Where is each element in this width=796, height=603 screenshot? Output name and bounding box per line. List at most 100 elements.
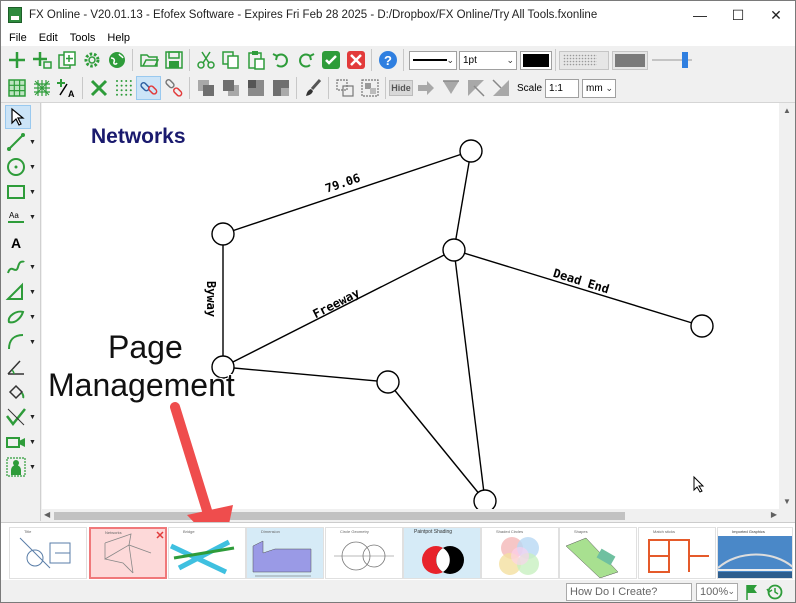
open-button[interactable] [136, 48, 161, 72]
angle-tool[interactable] [5, 355, 39, 379]
insert-page-button[interactable] [29, 48, 54, 72]
arrow-right-button[interactable] [413, 76, 438, 100]
edge-label-middle[interactable]: Freeway [310, 286, 361, 321]
settings-button[interactable] [79, 48, 104, 72]
page-thumbnail-6[interactable]: Paintpot Shading [403, 527, 481, 579]
page-thumbnail-4[interactable]: Dimension [246, 527, 324, 579]
how-do-i-search-input[interactable]: How Do I Create? [566, 583, 692, 601]
edge-label-left[interactable]: Byway [204, 281, 218, 317]
page-thumbnail-3[interactable]: Bridge [168, 527, 246, 579]
new-page-button[interactable] [4, 48, 29, 72]
unit-select[interactable]: mm ⌄ [582, 78, 617, 98]
rectangle-tool[interactable]: ▼ [5, 180, 39, 204]
link-button[interactable] [136, 76, 161, 100]
polygon-tool[interactable]: ▼ [5, 280, 39, 304]
camera-tool[interactable]: ▼ [5, 430, 39, 454]
menu-file[interactable]: File [3, 32, 33, 44]
curve-tool[interactable]: ▼ [5, 255, 39, 279]
duplicate-page-button[interactable] [54, 48, 79, 72]
scrollbar-thumb[interactable] [54, 512, 625, 520]
add-text-button[interactable]: A [54, 76, 79, 100]
online-button[interactable] [104, 48, 129, 72]
minimize-button[interactable]: — [681, 1, 719, 29]
select-all-button[interactable] [111, 76, 136, 100]
redo-button[interactable] [293, 48, 318, 72]
network-node[interactable] [459, 139, 483, 163]
scroll-left-icon[interactable]: ◀ [44, 510, 50, 519]
ungroup-button[interactable] [357, 76, 382, 100]
menu-edit[interactable]: Edit [33, 32, 64, 44]
paste-button[interactable] [243, 48, 268, 72]
line-style-select[interactable]: ⌄ [409, 50, 457, 70]
fill-pattern-select[interactable] [559, 50, 609, 70]
line-color-picker[interactable] [520, 50, 552, 70]
page-thumbnail-5[interactable]: Circle Geometry [325, 527, 403, 579]
arrow-corner-button[interactable] [463, 76, 488, 100]
edge-label-right[interactable]: Dead End [551, 266, 610, 296]
vertical-scrollbar[interactable]: ▲ ▼ [779, 103, 795, 509]
grid-button[interactable] [4, 76, 29, 100]
copy-button[interactable] [218, 48, 243, 72]
transparency-slider[interactable] [652, 51, 692, 69]
person-tool[interactable]: ▼ [5, 455, 39, 479]
fill-color-picker[interactable] [612, 50, 648, 70]
scroll-right-icon[interactable]: ▶ [771, 510, 777, 519]
format-painter-button[interactable] [300, 76, 325, 100]
line-tool[interactable]: ▼ [5, 130, 39, 154]
unlink-button[interactable] [161, 76, 186, 100]
accept-button[interactable] [318, 48, 343, 72]
network-node[interactable] [690, 314, 714, 338]
scale-input[interactable]: 1:1 [545, 78, 580, 98]
save-button[interactable] [161, 48, 186, 72]
cancel-button[interactable] [343, 48, 368, 72]
page-thumbnail-10[interactable]: Imported Graphics [717, 527, 793, 579]
cut-button[interactable] [193, 48, 218, 72]
arrow-right-icon [417, 81, 434, 95]
page-thumbnail-2-selected[interactable]: Networks [89, 527, 167, 579]
horizontal-scrollbar[interactable]: ◀ ▶ [42, 509, 779, 522]
snap-button[interactable] [29, 76, 54, 100]
help-button[interactable]: ? [375, 48, 400, 72]
page-thumbnail-7[interactable]: Shaded Circles [481, 527, 559, 579]
fill-tool[interactable] [5, 380, 39, 404]
drawing-canvas[interactable]: Networks 79.06 Byway Freeway Dead End [42, 103, 779, 509]
maximize-button[interactable]: ☐ [719, 1, 757, 29]
select-tool[interactable] [5, 105, 31, 129]
menu-tools[interactable]: Tools [64, 32, 102, 44]
delete-button[interactable] [86, 76, 111, 100]
arrow-diagonal-button[interactable] [488, 76, 513, 100]
scroll-up-icon[interactable]: ▲ [783, 106, 791, 115]
edge-label-top[interactable]: 79.06 [323, 171, 362, 196]
slider-thumb[interactable] [682, 52, 688, 68]
network-node[interactable] [376, 370, 400, 394]
zoom-select[interactable]: 100% ⌄ [696, 583, 738, 601]
freeform-tool[interactable]: ▼ [5, 305, 39, 329]
page-thumbnail-9[interactable]: Match sticks [638, 527, 716, 579]
text-box-tool[interactable]: Aa ▼ [5, 205, 39, 229]
send-to-back-button[interactable] [268, 76, 293, 100]
arc-tool[interactable]: ▼ [5, 330, 39, 354]
page-thumbnail-1[interactable]: Title [9, 527, 87, 579]
network-node[interactable] [442, 238, 466, 262]
line-width-select[interactable]: 1pt ⌄ [459, 50, 517, 70]
flag-icon[interactable] [743, 583, 761, 601]
menu-help[interactable]: Help [101, 32, 136, 44]
network-node[interactable] [473, 489, 497, 509]
scroll-down-icon[interactable]: ▼ [783, 497, 791, 506]
arrow-down-button[interactable] [438, 76, 463, 100]
network-node[interactable] [211, 222, 235, 246]
group-button[interactable] [332, 76, 357, 100]
bring-to-front-button[interactable] [243, 76, 268, 100]
page-thumbnail-8[interactable]: Shapes [559, 527, 637, 579]
history-icon[interactable] [766, 583, 784, 601]
text-tool[interactable]: A [5, 230, 39, 254]
send-backward-button[interactable] [218, 76, 243, 100]
circle-tool[interactable]: ▼ [5, 155, 39, 179]
geometry-tool[interactable]: ▼ [5, 405, 39, 429]
page-heading[interactable]: Networks [91, 125, 186, 148]
hide-button[interactable]: Hide [389, 80, 413, 96]
close-button[interactable]: ✕ [757, 1, 795, 29]
toolbar-separator [385, 77, 386, 99]
undo-button[interactable] [268, 48, 293, 72]
bring-forward-button[interactable] [193, 76, 218, 100]
